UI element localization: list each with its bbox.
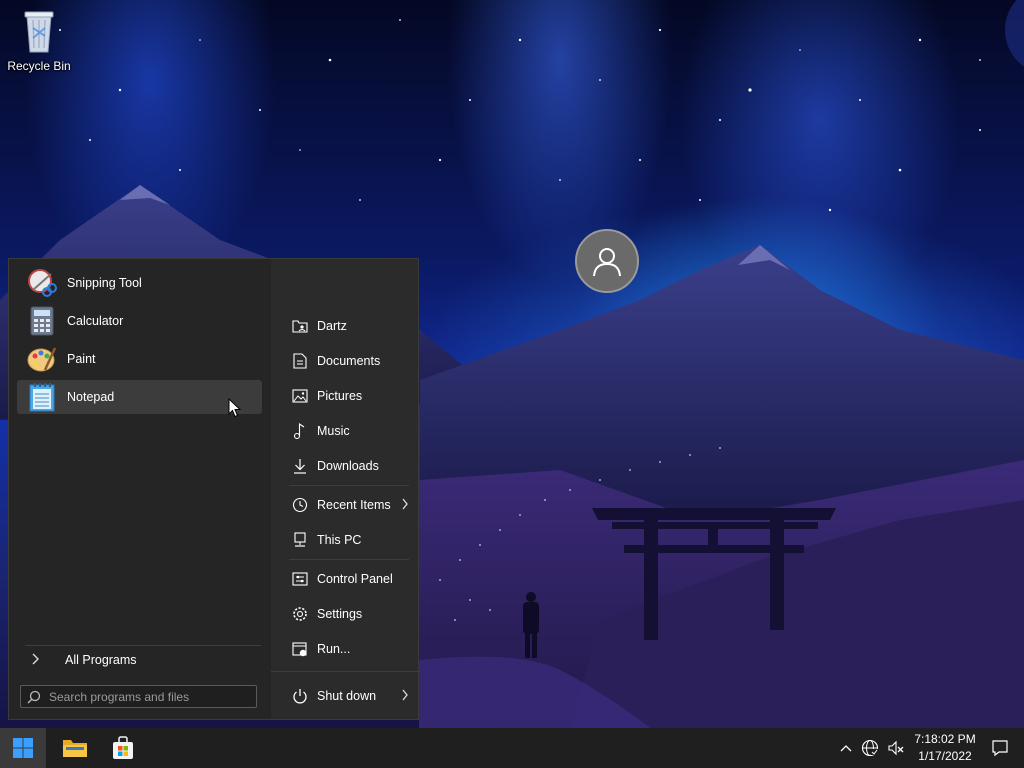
recycle-bin-icon — [19, 6, 59, 57]
place-recent-items[interactable]: Recent Items — [281, 490, 413, 520]
place-label: Settings — [317, 607, 363, 621]
download-icon — [291, 457, 309, 475]
shutdown-button[interactable]: Shut down — [281, 681, 408, 711]
clock-icon — [291, 496, 309, 514]
start-button[interactable] — [0, 728, 46, 768]
taskbar: 7:18:02 PM 1/17/2022 — [0, 728, 1024, 768]
picture-icon — [291, 387, 309, 405]
place-dartz[interactable]: Dartz — [281, 311, 413, 341]
network-icon[interactable] — [860, 738, 880, 758]
place-pictures[interactable]: Pictures — [281, 381, 413, 411]
user-folder-icon — [291, 317, 309, 335]
program-label: Paint — [67, 352, 96, 366]
run-icon — [291, 640, 309, 658]
place-label: Dartz — [317, 319, 347, 333]
place-downloads[interactable]: Downloads — [281, 451, 413, 481]
divider — [25, 645, 261, 646]
notepad-icon — [27, 382, 57, 412]
place-label: This PC — [317, 533, 362, 547]
place-music[interactable]: Music — [281, 416, 413, 446]
divider — [271, 671, 420, 672]
program-label: Calculator — [67, 314, 124, 328]
file-explorer-button[interactable] — [52, 728, 98, 768]
start-menu: Snipping Tool Calculator Paint Notepad A… — [8, 229, 639, 720]
place-label: Run... — [317, 642, 351, 656]
store-icon — [111, 736, 135, 760]
control-panel-icon — [291, 570, 309, 588]
place-label: Control Panel — [317, 572, 393, 586]
folder-icon — [62, 737, 88, 759]
place-documents[interactable]: Documents — [281, 346, 413, 376]
chevron-up-icon[interactable] — [836, 738, 856, 758]
document-icon — [291, 352, 309, 370]
program-paint[interactable]: Paint — [17, 342, 262, 376]
chevron-right-icon — [401, 498, 409, 513]
place-run[interactable]: Run... — [281, 634, 413, 664]
all-programs-label: All Programs — [65, 653, 137, 667]
clock-time: 7:18:02 PM — [914, 732, 976, 746]
paint-icon — [27, 344, 57, 374]
program-label: Snipping Tool — [67, 276, 142, 290]
all-programs-button[interactable]: All Programs — [17, 647, 262, 673]
program-calculator[interactable]: Calculator — [17, 304, 262, 338]
program-label: Notepad — [67, 390, 115, 404]
search-input[interactable] — [49, 689, 249, 704]
user-avatar-icon[interactable] — [575, 229, 639, 293]
power-icon — [291, 687, 309, 705]
windows-logo-icon — [12, 737, 34, 759]
program-snipping-tool[interactable]: Snipping Tool — [17, 266, 262, 300]
chevron-right-icon — [31, 653, 55, 668]
place-this-pc[interactable]: This PC — [281, 525, 413, 555]
music-note-icon — [291, 422, 309, 440]
desktop-icon-recycle-bin[interactable]: Recycle Bin — [2, 6, 76, 73]
search-icon — [27, 690, 41, 704]
program-notepad[interactable]: Notepad — [17, 380, 262, 414]
place-label: Pictures — [317, 389, 363, 403]
search-box[interactable] — [20, 685, 257, 708]
gear-icon — [291, 605, 309, 623]
desktop-icon-label: Recycle Bin — [7, 59, 71, 73]
calculator-icon — [27, 306, 57, 336]
place-settings[interactable]: Settings — [281, 599, 413, 629]
programs-pane: Snipping Tool Calculator Paint Notepad A… — [9, 259, 271, 719]
shutdown-label: Shut down — [317, 689, 377, 703]
clock-date: 1/17/2022 — [918, 749, 972, 763]
divider — [289, 485, 409, 486]
place-label: Music — [317, 424, 350, 438]
volume-muted-icon[interactable] — [886, 738, 906, 758]
place-label: Documents — [317, 354, 381, 368]
computer-icon — [291, 531, 309, 549]
system-clock[interactable]: 7:18:02 PM 1/17/2022 — [906, 731, 984, 765]
places-pane: Dartz Documents Pictures Music Downloads — [271, 229, 639, 719]
chevron-right-icon[interactable] — [401, 689, 409, 704]
place-control-panel[interactable]: Control Panel — [281, 564, 413, 594]
place-label: Recent Items — [317, 498, 391, 512]
divider — [289, 559, 409, 560]
mouse-cursor-icon — [228, 397, 242, 421]
notification-center-icon[interactable] — [990, 738, 1010, 758]
place-label: Downloads — [317, 459, 379, 473]
store-button[interactable] — [100, 728, 146, 768]
snipping-tool-icon — [27, 268, 57, 298]
